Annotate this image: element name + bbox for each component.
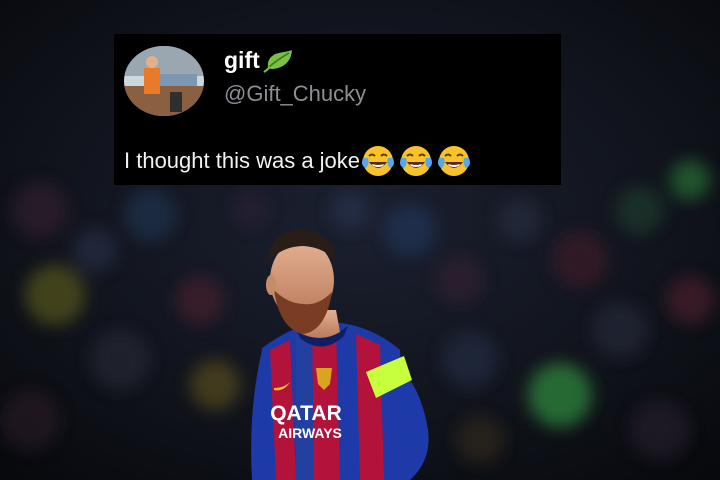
face-with-tears-of-joy-emoji xyxy=(361,144,395,178)
emoji-row xyxy=(361,144,471,178)
tweet-body: I thought this was a joke xyxy=(124,144,471,178)
user-handle[interactable]: @Gift_Chucky xyxy=(224,81,366,107)
jersey-sponsor-line2: AIRWAYS xyxy=(278,425,342,441)
tweet-text: I thought this was a joke xyxy=(124,148,361,173)
leaf-icon xyxy=(262,46,294,74)
display-name-text: gift xyxy=(224,47,260,73)
avatar[interactable] xyxy=(124,46,204,116)
tweet-card: gift @Gift_Chucky I thought this was a j… xyxy=(114,34,561,185)
avatar-image xyxy=(124,46,204,116)
face-with-tears-of-joy-emoji xyxy=(437,144,471,178)
face-with-tears-of-joy-emoji xyxy=(399,144,433,178)
meme-image: QATAR AIRWAYS gift @Gift_Chucky I though… xyxy=(0,0,720,480)
display-name[interactable]: gift xyxy=(224,46,294,74)
jersey-sponsor-line1: QATAR xyxy=(270,402,342,425)
